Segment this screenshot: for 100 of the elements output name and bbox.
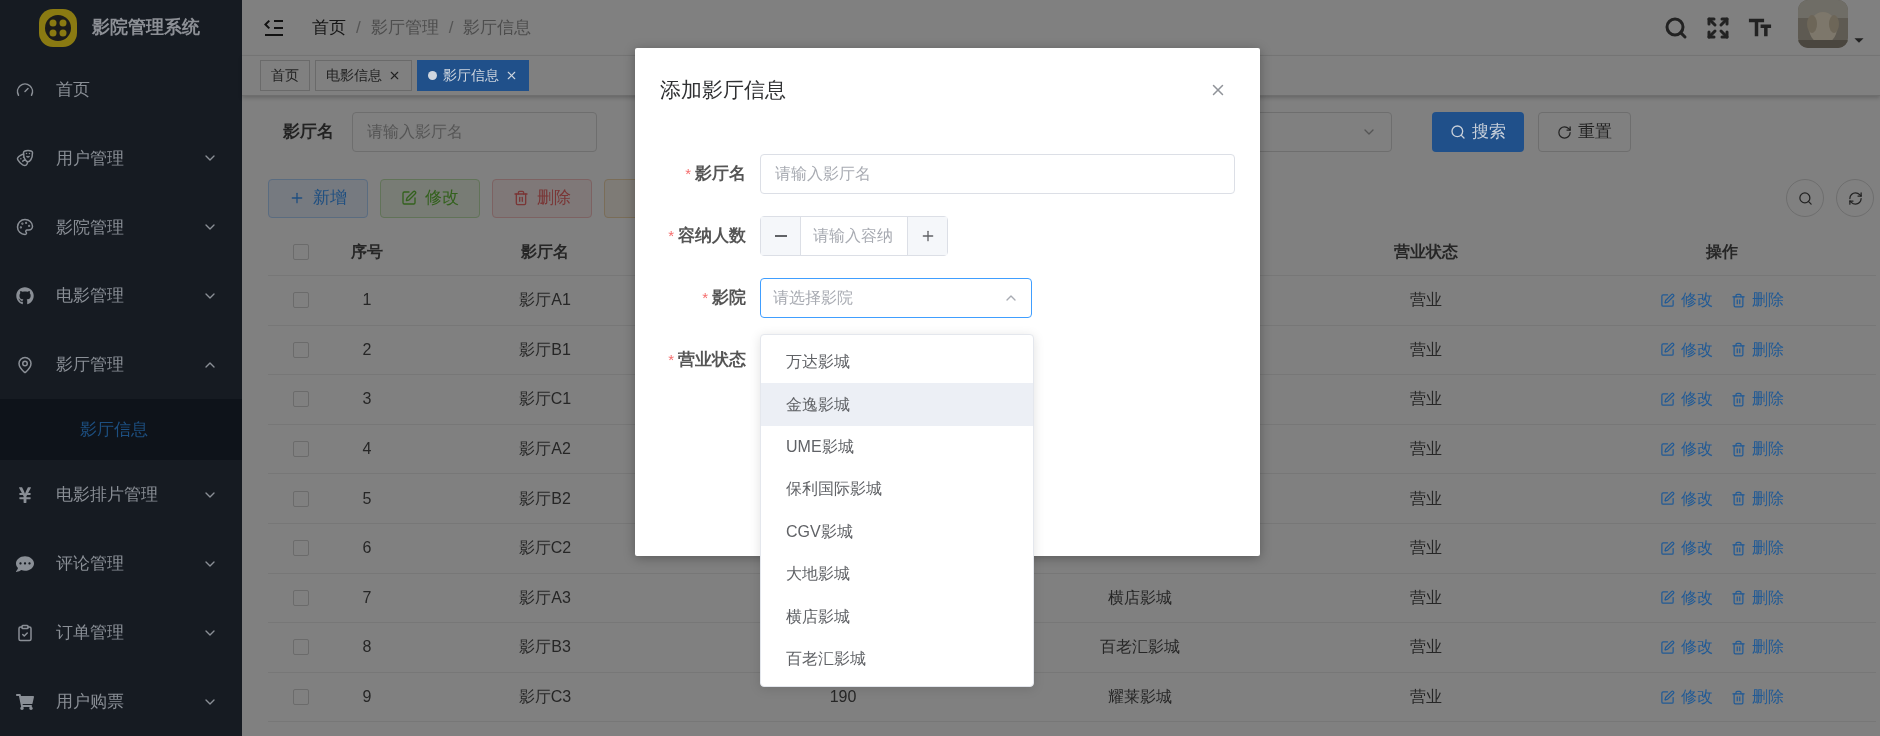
- sidebar-item[interactable]: 用户购票: [0, 667, 242, 736]
- field-label: 容纳人数: [678, 225, 746, 248]
- sidebar-item[interactable]: 影厅管理: [0, 330, 242, 400]
- search-icon[interactable]: [1664, 15, 1688, 40]
- sidebar-item[interactable]: 评论管理: [0, 529, 242, 599]
- edit-icon: [1660, 392, 1675, 407]
- table-cell-text: 6: [362, 538, 372, 559]
- table-cell-text: 7: [362, 587, 372, 608]
- table-cell-text: 2: [362, 339, 372, 360]
- dropdown-option[interactable]: 横店影城: [761, 595, 1033, 638]
- close-icon[interactable]: [388, 69, 401, 82]
- select-field[interactable]: 请选择影院: [760, 278, 1032, 318]
- edit-icon: [1660, 441, 1675, 457]
- sidebar-item[interactable]: 首页: [0, 55, 242, 124]
- palette-icon: [16, 218, 34, 237]
- sidebar-item[interactable]: 电影管理: [0, 261, 242, 331]
- delete-link[interactable]: 删除: [1731, 486, 1784, 511]
- trash-icon: [1731, 342, 1746, 358]
- dropdown-option[interactable]: 大地影城: [761, 552, 1033, 596]
- dropdown-option[interactable]: 保利国际影城: [761, 468, 1033, 511]
- delete-link[interactable]: 删除: [1731, 288, 1784, 313]
- dropdown-option[interactable]: 百老汇影城: [761, 637, 1033, 681]
- search-icon: [1797, 190, 1813, 206]
- breadcrumb-separator: /: [448, 16, 454, 39]
- edit-link[interactable]: 修改: [1660, 635, 1713, 660]
- delete-link[interactable]: 删除: [1731, 585, 1784, 610]
- reset-button[interactable]: 重置: [1538, 112, 1631, 152]
- column-header: 营业状态: [1394, 241, 1458, 262]
- delete-link[interactable]: 删除: [1731, 387, 1784, 412]
- toolbar-button[interactable]: 新增: [268, 178, 368, 218]
- table-cell-text: 耀莱影城: [1108, 687, 1172, 708]
- table-cell-text: 营业: [1410, 637, 1442, 658]
- table-cell-text: 9: [362, 687, 372, 708]
- required-mark: *: [668, 225, 674, 246]
- sidebar-item[interactable]: 影院管理: [0, 192, 242, 262]
- edit-icon: [1660, 590, 1675, 606]
- toolbar-button[interactable]: 删除: [492, 178, 592, 218]
- trash-icon: [1731, 590, 1746, 606]
- tab[interactable]: 影厅信息: [417, 60, 529, 91]
- dropdown-option[interactable]: UME影城: [761, 425, 1033, 469]
- dropdown-option[interactable]: CGV影城: [761, 510, 1033, 553]
- table-cell-text: 营业: [1410, 687, 1442, 708]
- field-label: 影厅名: [695, 163, 746, 186]
- table-cell-text: 影厅B2: [519, 488, 571, 509]
- edit-link[interactable]: 修改: [1660, 585, 1713, 610]
- refresh-icon: [1557, 124, 1572, 140]
- sidebar-item[interactable]: 订单管理: [0, 598, 242, 668]
- trash-icon: [1731, 392, 1746, 407]
- trash-icon: [513, 190, 529, 206]
- edit-link[interactable]: 修改: [1660, 486, 1713, 511]
- edit-icon: [401, 190, 417, 206]
- column-header: 序号: [351, 241, 383, 262]
- table-cell-text: 影厅C3: [518, 687, 572, 708]
- dropdown-option[interactable]: 万达影城: [761, 341, 1033, 384]
- edit-link[interactable]: 修改: [1660, 437, 1713, 462]
- delete-link[interactable]: 删除: [1731, 536, 1784, 561]
- dropdown-option[interactable]: 金逸影城: [761, 383, 1033, 426]
- cat-icon: [16, 287, 34, 306]
- trash-icon: [1731, 639, 1746, 655]
- table-cell-text: 营业: [1410, 389, 1442, 410]
- trash-icon: [1731, 441, 1746, 457]
- field-label: 营业状态: [678, 349, 746, 372]
- delete-link[interactable]: 删除: [1731, 685, 1784, 710]
- tab[interactable]: 首页: [260, 60, 310, 91]
- edit-link[interactable]: 修改: [1660, 288, 1713, 313]
- search-button[interactable]: 搜索: [1432, 112, 1524, 152]
- edit-link[interactable]: 修改: [1660, 337, 1713, 362]
- fullscreen-icon[interactable]: [1706, 15, 1730, 40]
- table-cell-text: 影厅A3: [519, 587, 571, 608]
- table-cell-text: 5: [362, 488, 372, 509]
- table-cell-text: 1: [362, 290, 372, 311]
- dashboard-icon: [16, 80, 34, 99]
- edit-link[interactable]: 修改: [1660, 685, 1713, 710]
- input-field[interactable]: 请输入影厅名: [760, 154, 1235, 194]
- delete-link[interactable]: 删除: [1731, 635, 1784, 660]
- table-cell-text: 营业: [1410, 439, 1442, 460]
- edit-link[interactable]: 修改: [1660, 536, 1713, 561]
- table-cell-text: 影厅C1: [518, 389, 572, 410]
- table-cell-text: 影厅A1: [519, 290, 571, 311]
- edit-icon: [1660, 292, 1675, 308]
- table-cell-text: 4: [362, 439, 372, 460]
- table-cell-text: 营业: [1410, 290, 1442, 311]
- yen-icon: [16, 485, 34, 504]
- field-label: 影厅名: [283, 121, 335, 144]
- edit-icon: [1660, 540, 1675, 556]
- tab[interactable]: 电影信息: [315, 60, 412, 91]
- breadcrumb-item[interactable]: 首页: [312, 14, 346, 41]
- edit-link[interactable]: 修改: [1660, 387, 1713, 412]
- submenu-item[interactable]: 影厅信息: [0, 399, 242, 461]
- table-cell-text: 营业: [1410, 538, 1442, 559]
- cart-icon: [16, 692, 34, 711]
- sidebar-item[interactable]: 电影排片管理: [0, 460, 242, 530]
- delete-link[interactable]: 删除: [1731, 437, 1784, 462]
- trash-icon: [1731, 292, 1746, 308]
- clipboard-check-icon: [16, 623, 34, 642]
- toolbar-button[interactable]: 修改: [380, 178, 480, 218]
- sidebar-item[interactable]: 用户管理: [0, 124, 242, 193]
- delete-link[interactable]: 删除: [1731, 337, 1784, 362]
- trash-icon: [1731, 540, 1746, 556]
- close-icon[interactable]: [505, 69, 518, 82]
